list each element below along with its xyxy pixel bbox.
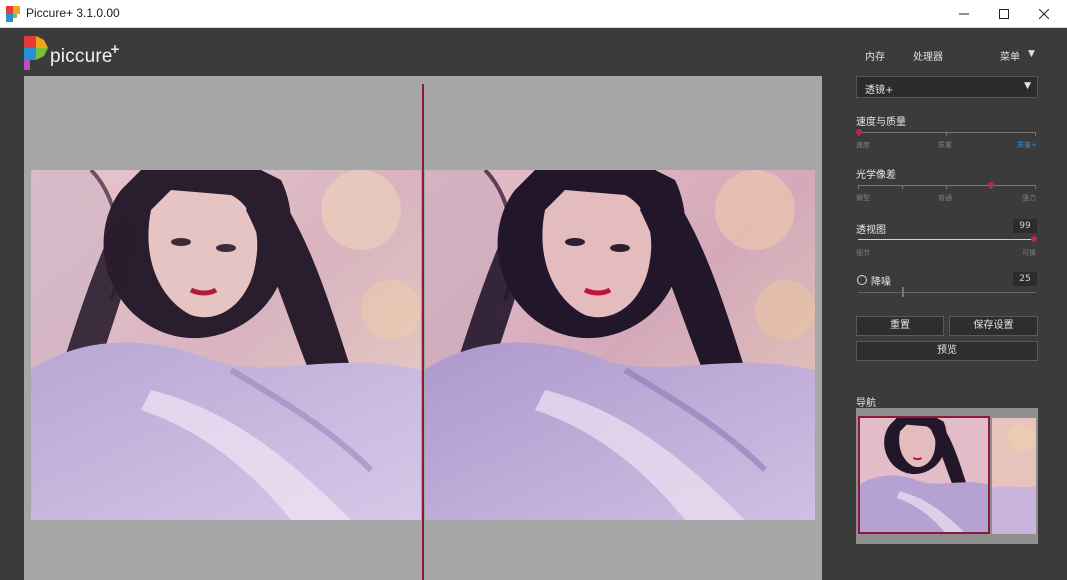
logo-wordmark: piccure bbox=[50, 46, 113, 67]
minimize-icon bbox=[959, 13, 969, 15]
app-window: piccure + 内存 处理器 菜单 ▼ 透镜+ ▼ 速度与质量 速度 质量 … bbox=[0, 28, 1067, 580]
optical-tick bbox=[902, 185, 903, 189]
denoise-radio[interactable] bbox=[857, 275, 867, 285]
piccure-logo-icon bbox=[24, 36, 48, 70]
perspective-value[interactable]: 99 bbox=[1013, 219, 1037, 233]
photo-original-image bbox=[31, 170, 421, 520]
preview-area[interactable] bbox=[24, 76, 822, 580]
nav-processor[interactable]: 处理器 bbox=[913, 48, 943, 63]
optical-tick bbox=[858, 185, 859, 189]
perspective-tick-swap: 可换 bbox=[1022, 249, 1036, 257]
optical-aberration-thumb[interactable] bbox=[988, 182, 994, 188]
logo-plus: + bbox=[110, 42, 121, 56]
close-button[interactable] bbox=[1021, 0, 1067, 28]
optical-aberration-label: 光学像差 bbox=[856, 170, 896, 181]
navigator-thumbnail-right bbox=[992, 418, 1036, 534]
navigator-panel[interactable] bbox=[856, 408, 1038, 544]
reset-button[interactable]: 重置 bbox=[856, 316, 944, 336]
close-icon bbox=[1039, 9, 1049, 19]
denoise-thumb[interactable] bbox=[902, 287, 904, 297]
perspective-thumb[interactable] bbox=[1031, 236, 1037, 242]
app-icon bbox=[6, 6, 20, 22]
navigator-thumbnail bbox=[860, 418, 988, 532]
menu-dropdown-icon[interactable]: ▼ bbox=[1028, 49, 1035, 59]
photo-processed-image bbox=[425, 170, 815, 520]
speed-quality-tick bbox=[946, 132, 947, 136]
optical-aberration-track[interactable] bbox=[858, 185, 1036, 186]
filter-select-value: 透镜+ bbox=[865, 85, 894, 96]
speed-quality-tick-speed: 速度 bbox=[856, 141, 870, 149]
perspective-tick-detail: 细节 bbox=[856, 249, 870, 257]
photo-processed bbox=[425, 170, 815, 520]
speed-quality-track[interactable] bbox=[858, 132, 1036, 133]
title-bar: Piccure+ 3.1.0.00 bbox=[0, 0, 1067, 28]
chevron-down-icon: ▼ bbox=[1024, 81, 1031, 91]
optical-tick-micro: 微型 bbox=[856, 194, 870, 202]
window-title: Piccure+ 3.1.0.00 bbox=[26, 6, 120, 20]
nav-menu[interactable]: 菜单 bbox=[1000, 48, 1020, 63]
save-settings-button[interactable]: 保存设置 bbox=[949, 316, 1038, 336]
preview-button[interactable]: 预览 bbox=[856, 341, 1038, 361]
denoise-label: 降噪 bbox=[871, 277, 891, 288]
perspective-fill bbox=[858, 239, 1034, 240]
denoise-value[interactable]: 25 bbox=[1013, 272, 1037, 286]
speed-quality-tick-quality: 质量 bbox=[938, 141, 952, 149]
piccure-logo: piccure + bbox=[24, 36, 134, 70]
optical-tick-normal: 普通 bbox=[938, 194, 952, 202]
split-view-divider[interactable] bbox=[422, 84, 424, 580]
optical-tick bbox=[946, 185, 947, 189]
speed-quality-tick bbox=[1035, 132, 1036, 136]
nav-memory[interactable]: 内存 bbox=[865, 48, 885, 63]
speed-quality-label: 速度与质量 bbox=[856, 117, 906, 128]
denoise-track[interactable] bbox=[858, 292, 1036, 293]
perspective-label: 透视图 bbox=[856, 225, 886, 236]
speed-quality-tick-quality-plus: 质量+ bbox=[1017, 141, 1037, 149]
speed-quality-thumb[interactable] bbox=[856, 129, 862, 135]
navigator-viewport[interactable] bbox=[858, 416, 990, 534]
optical-tick-strong: 强力 bbox=[1022, 194, 1036, 202]
optical-tick bbox=[1035, 185, 1036, 189]
photo-original bbox=[31, 170, 421, 520]
navigator-label: 导航 bbox=[856, 398, 876, 409]
filter-select[interactable]: 透镜+ ▼ bbox=[856, 76, 1038, 98]
maximize-icon bbox=[999, 9, 1009, 19]
navigator-thumbnail-rest bbox=[992, 418, 1036, 534]
